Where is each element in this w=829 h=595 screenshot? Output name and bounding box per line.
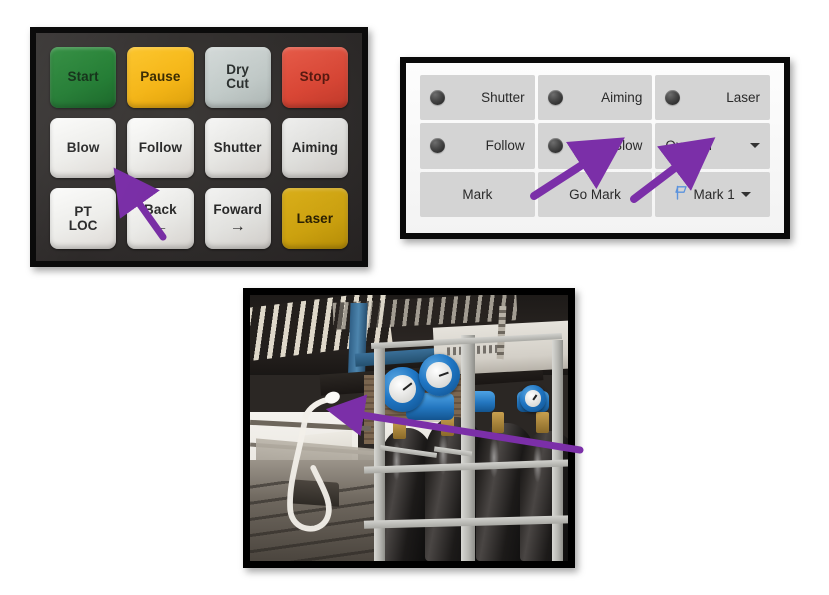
- key-laser[interactable]: Laser: [281, 188, 348, 249]
- key-pt-loc[interactable]: PT LOC: [50, 188, 117, 249]
- sw-button-shutter[interactable]: Shutter: [420, 75, 535, 121]
- key-label: Follow: [138, 140, 183, 156]
- arrow-right-icon: →: [229, 217, 246, 235]
- sw-dropdown-value: Mark 1: [693, 186, 735, 202]
- keypad-body: Start Pause Dry Cut Stop Blow Follow Shu…: [36, 33, 362, 261]
- led-indicator-icon: [430, 90, 445, 106]
- sw-button-label: Mark: [462, 186, 493, 202]
- sw-button-laser[interactable]: Laser: [655, 75, 770, 121]
- sw-button-aiming[interactable]: Aiming: [537, 75, 653, 121]
- key-start[interactable]: Start: [50, 47, 117, 108]
- sw-button-mark[interactable]: Mark: [420, 171, 535, 217]
- key-label: Shutter: [213, 140, 262, 156]
- key-label: Laser: [296, 210, 334, 226]
- led-indicator-icon: [665, 90, 681, 106]
- key-stop[interactable]: Stop: [281, 47, 348, 108]
- key-label: Start: [67, 69, 99, 85]
- workshop-photo-figure: [243, 288, 584, 568]
- key-dry-cut[interactable]: Dry Cut: [204, 47, 271, 108]
- led-indicator-icon: [547, 90, 563, 106]
- keypad-figure: Start Pause Dry Cut Stop Blow Follow Shu…: [30, 27, 368, 267]
- key-label: Stop: [299, 69, 331, 85]
- sw-button-label: Shutter: [481, 90, 525, 106]
- key-foward[interactable]: Foward →: [204, 188, 271, 249]
- software-toolbar-figure: Shutter Aiming Laser Follow Blow Oxygen: [400, 57, 790, 239]
- software-toolbar-panel: Shutter Aiming Laser Follow Blow Oxygen: [406, 63, 784, 233]
- led-indicator-icon: [430, 138, 445, 154]
- key-label: Pause: [140, 69, 181, 85]
- software-button-grid: Shutter Aiming Laser Follow Blow Oxygen: [420, 75, 770, 217]
- sw-dropdown-gas[interactable]: Oxygen: [655, 123, 770, 169]
- key-label: Foward: [213, 201, 262, 217]
- key-label-line2: LOC: [68, 217, 98, 233]
- keypad-grid: Start Pause Dry Cut Stop Blow Follow Shu…: [50, 47, 348, 249]
- key-label: Dry: [226, 62, 250, 78]
- flag-icon: [674, 185, 688, 203]
- key-aiming[interactable]: Aiming: [281, 117, 348, 179]
- workshop-photo: [250, 295, 568, 561]
- sw-dropdown-value: Oxygen: [665, 138, 712, 154]
- key-pause[interactable]: Pause: [127, 47, 194, 108]
- sw-button-follow[interactable]: Follow: [420, 123, 535, 169]
- key-shutter[interactable]: Shutter: [204, 117, 271, 179]
- sw-button-blow[interactable]: Blow: [537, 123, 653, 169]
- sw-button-label: Follow: [485, 138, 525, 154]
- led-indicator-icon: [547, 138, 563, 154]
- sw-button-label: Blow: [613, 138, 643, 154]
- sw-button-label: Go Mark: [569, 186, 621, 202]
- arrow-left-icon: ←: [152, 217, 169, 235]
- key-blow[interactable]: Blow: [50, 117, 117, 179]
- photo-white-hose: [287, 391, 340, 532]
- key-follow[interactable]: Follow: [127, 117, 194, 179]
- key-label: Aiming: [291, 140, 339, 156]
- sw-button-label: Aiming: [601, 90, 643, 106]
- key-label: PT: [74, 203, 92, 219]
- chevron-down-icon[interactable]: [749, 143, 760, 149]
- key-label: Back: [144, 201, 177, 217]
- key-label-line2: Cut: [226, 76, 250, 92]
- sw-button-label: Laser: [726, 90, 760, 106]
- key-label: Blow: [66, 140, 100, 156]
- key-back[interactable]: Back ←: [127, 188, 194, 249]
- chevron-down-icon[interactable]: [740, 191, 751, 197]
- sw-button-go-mark[interactable]: Go Mark: [537, 171, 653, 217]
- sw-dropdown-mark-1[interactable]: Mark 1: [655, 171, 770, 217]
